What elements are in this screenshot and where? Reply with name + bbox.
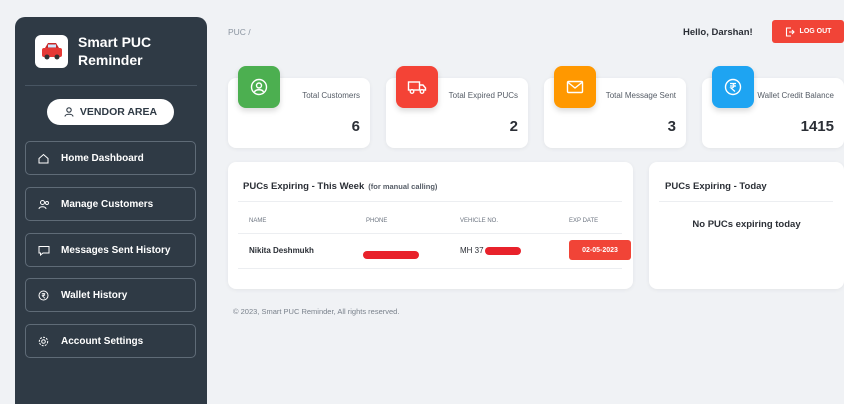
vehicle-number: MH 37	[460, 246, 521, 255]
stat-label: Wallet Credit Balance	[757, 91, 834, 100]
panel-divider	[238, 201, 622, 202]
message-icon	[37, 244, 50, 257]
sidebar-item-wallet-history[interactable]: Wallet History	[25, 278, 196, 312]
vendor-area-button[interactable]: VENDOR AREA	[47, 99, 174, 125]
users-icon	[37, 198, 50, 211]
sidebar-item-label: Account Settings	[61, 335, 144, 347]
column-header-vehicle-no: VEHICLE NO.	[460, 218, 499, 224]
table-header-divider	[238, 233, 622, 234]
footer-copyright: © 2023, Smart PUC Reminder, All rights r…	[233, 307, 400, 316]
sidebar: Smart PUC Reminder VENDOR AREA Home Dash…	[15, 17, 207, 404]
stat-value: 3	[667, 118, 676, 135]
vehicle-number-redacted	[484, 246, 521, 255]
stat-value: 6	[351, 118, 360, 135]
vehicle-number-prefix: MH 37	[460, 246, 484, 255]
stat-card-wallet-credit-balance[interactable]: Wallet Credit Balance 1415	[702, 66, 844, 148]
sidebar-item-label: Messages Sent History	[61, 244, 171, 256]
stat-label: Total Expired PUCs	[448, 91, 518, 100]
truck-icon	[396, 66, 438, 108]
sidebar-divider	[25, 85, 197, 86]
rupee-icon	[37, 289, 50, 302]
stat-value: 1415	[800, 118, 834, 135]
stat-card-total-expired-pucs[interactable]: Total Expired PUCs 2	[386, 66, 528, 148]
gear-icon	[37, 335, 50, 348]
logout-button[interactable]: LOG OUT	[772, 20, 844, 43]
week-panel-subtitle: (for manual calling)	[368, 182, 438, 191]
week-panel-title-text: PUCs Expiring - This Week	[243, 181, 365, 192]
sidebar-item-label: Home Dashboard	[61, 152, 144, 164]
column-header-exp-date: EXP DATE	[569, 218, 599, 224]
logout-label: LOG OUT	[799, 28, 832, 35]
sidebar-item-account-settings[interactable]: Account Settings	[25, 324, 196, 358]
rupee-icon	[712, 66, 754, 108]
sidebar-item-label: Manage Customers	[61, 198, 154, 210]
sidebar-item-manage-customers[interactable]: Manage Customers	[25, 187, 196, 221]
stat-card-total-customers[interactable]: Total Customers 6	[228, 66, 370, 148]
vendor-area-label: VENDOR AREA	[79, 106, 158, 118]
stat-label: Total Customers	[302, 91, 360, 100]
user-icon	[64, 107, 74, 117]
greeting-text: Hello, Darshan!	[683, 27, 753, 38]
week-panel-title: PUCs Expiring - This Week (for manual cal…	[243, 181, 437, 192]
sidebar-item-messages-sent-history[interactable]: Messages Sent History	[25, 233, 196, 267]
car-logo-icon	[35, 34, 68, 68]
brand[interactable]: Smart PUC Reminder	[35, 33, 168, 69]
customer-name: Nikita Deshmukh	[249, 246, 314, 255]
sidebar-item-label: Wallet History	[61, 289, 128, 301]
sidebar-item-home-dashboard[interactable]: Home Dashboard	[25, 141, 196, 175]
phone-redacted	[363, 246, 419, 264]
logout-icon	[785, 26, 795, 37]
today-empty-message: No PUCs expiring today	[692, 219, 801, 230]
brand-title: Smart PUC Reminder	[78, 34, 152, 68]
stat-label: Total Message Sent	[605, 91, 676, 100]
home-icon	[37, 152, 50, 165]
panel-divider	[659, 201, 833, 202]
today-panel-title: PUCs Expiring - Today	[665, 181, 767, 192]
envelope-icon	[554, 66, 596, 108]
column-header-name: NAME	[249, 218, 267, 224]
stat-card-total-message-sent[interactable]: Total Message Sent 3	[544, 66, 686, 148]
user-circle-icon	[238, 66, 280, 108]
breadcrumb[interactable]: PUC /	[228, 27, 251, 37]
stat-value: 2	[509, 118, 518, 135]
exp-date-badge: 02-05-2023	[569, 240, 631, 260]
table-row-divider	[238, 268, 622, 269]
column-header-phone: PHONE	[366, 218, 388, 224]
